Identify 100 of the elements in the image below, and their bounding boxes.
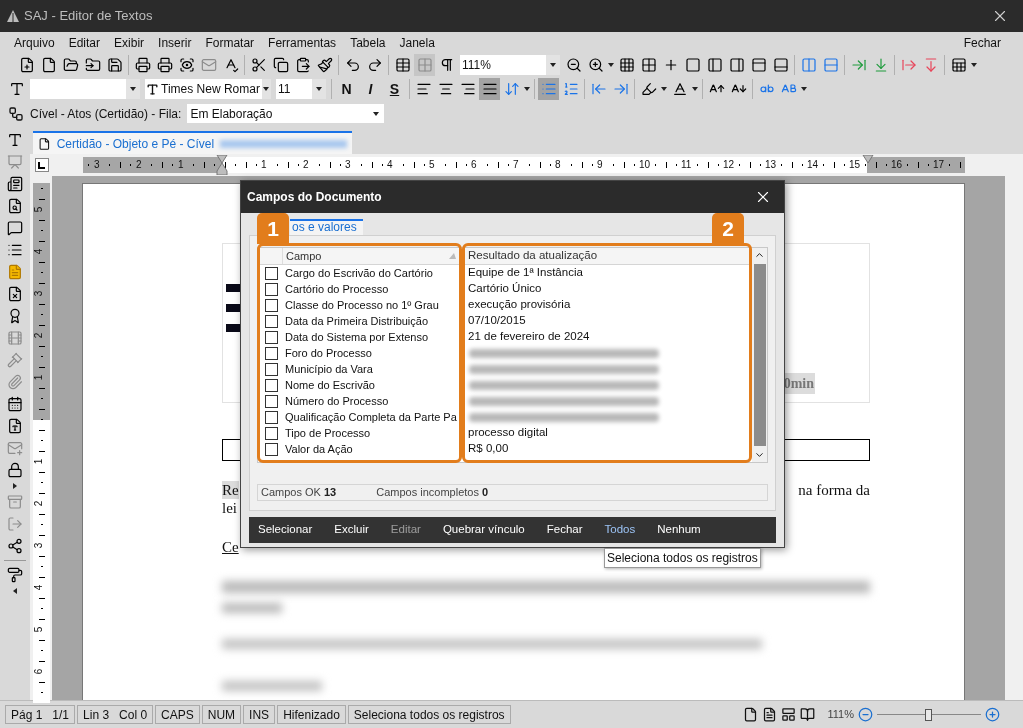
award-icon bbox=[7, 308, 23, 324]
paperclip-icon bbox=[7, 374, 23, 390]
ruler-number: 6 bbox=[33, 668, 45, 675]
list-icon bbox=[7, 242, 23, 258]
checkbox[interactable] bbox=[265, 266, 278, 280]
slider-thumb[interactable] bbox=[924, 708, 932, 721]
table-cell-text: Tipo de Processo bbox=[284, 425, 372, 441]
checkbox[interactable] bbox=[265, 282, 278, 296]
checkbox[interactable] bbox=[265, 346, 278, 360]
toolbar-button[interactable]: N bbox=[335, 78, 358, 100]
caret-icon[interactable] bbox=[11, 482, 19, 490]
workflow-icon[interactable] bbox=[8, 105, 24, 122]
menu-item[interactable]: Janela bbox=[399, 33, 435, 52]
table-cell-text: Nome do Escrivão bbox=[284, 377, 376, 393]
summary-text: Campos OK 13 bbox=[261, 485, 337, 501]
number-badge: 1 bbox=[257, 213, 289, 244]
ruler-number: 3 bbox=[33, 542, 45, 549]
caret-icon[interactable] bbox=[660, 85, 668, 93]
highlighter-icon bbox=[640, 81, 657, 97]
table-cell-text: Cartório do Processo bbox=[284, 281, 390, 297]
checkbox[interactable] bbox=[265, 298, 278, 312]
menu-item[interactable]: Exibir bbox=[114, 33, 145, 52]
table-icon bbox=[394, 57, 411, 73]
text-view-icon[interactable] bbox=[762, 707, 778, 722]
ruler-number: 5 bbox=[33, 206, 45, 213]
tab-stop-button[interactable] bbox=[35, 158, 49, 172]
menu-item[interactable]: Formatar bbox=[205, 33, 255, 52]
mail-icon bbox=[7, 440, 23, 456]
insert-column-icon bbox=[850, 57, 867, 73]
table-cell-text: Valor da Ação bbox=[284, 441, 354, 457]
zoom-in-icon[interactable] bbox=[985, 707, 1000, 722]
checkbox[interactable] bbox=[265, 410, 278, 424]
menu-item[interactable]: Arquivo bbox=[14, 33, 55, 52]
page-view-icon[interactable] bbox=[743, 707, 759, 722]
toolbar-button[interactable]: S bbox=[383, 78, 406, 100]
brush-icon bbox=[316, 57, 333, 73]
caret-icon[interactable] bbox=[129, 85, 137, 93]
style-icon bbox=[8, 81, 25, 97]
window-title: SAJ - Editor de Textos bbox=[24, 7, 153, 26]
dialog-button[interactable]: Quebrar vínculo bbox=[442, 521, 525, 539]
gavel-icon bbox=[7, 352, 23, 368]
menu-item[interactable]: Ferramentas bbox=[268, 33, 337, 52]
copy-icon bbox=[272, 57, 289, 73]
document-tab[interactable]: Certidão - Objeto e Pé - Cível bbox=[33, 131, 352, 154]
save-icon bbox=[106, 57, 123, 73]
scrollbar[interactable] bbox=[1005, 176, 1023, 700]
status-text: Seleciona todos os registros bbox=[353, 706, 505, 724]
scroll-thumb[interactable] bbox=[753, 264, 766, 446]
combo-field[interactable] bbox=[30, 79, 140, 99]
grid-icon bbox=[640, 57, 657, 73]
layout-view-icon[interactable] bbox=[781, 707, 797, 722]
menu-item[interactable]: Tabela bbox=[350, 33, 386, 52]
dialog-button[interactable]: Fechar bbox=[546, 521, 583, 539]
dialog-button[interactable]: Nenhum bbox=[657, 521, 701, 539]
caret-icon[interactable] bbox=[607, 61, 615, 69]
book-view-icon[interactable] bbox=[800, 707, 816, 722]
caret-icon[interactable] bbox=[800, 85, 808, 93]
combo-field[interactable]: 111% bbox=[460, 55, 560, 75]
toolbar-button[interactable] bbox=[479, 78, 500, 100]
toolbar-button[interactable]: I bbox=[359, 78, 382, 100]
printer-icon bbox=[156, 57, 173, 73]
square-icon bbox=[684, 57, 701, 73]
indent-marker[interactable] bbox=[862, 155, 874, 165]
combo-field[interactable]: 11 bbox=[276, 79, 326, 99]
dialog-button[interactable]: Excluir bbox=[334, 521, 369, 539]
dialog-button[interactable]: Selecionar bbox=[258, 521, 313, 539]
caret-icon[interactable] bbox=[315, 85, 323, 93]
zoom-out-icon[interactable] bbox=[858, 707, 873, 722]
caret-icon[interactable] bbox=[262, 85, 271, 93]
scrollbar[interactable] bbox=[752, 248, 767, 462]
font-field[interactable]: Times New Romar bbox=[145, 79, 271, 99]
menu-item[interactable]: Fechar bbox=[963, 33, 1001, 52]
delete-column-icon bbox=[900, 57, 917, 73]
menu-item[interactable]: Editar bbox=[68, 33, 101, 52]
align-center-icon bbox=[437, 81, 454, 97]
caret-icon[interactable] bbox=[970, 61, 978, 69]
checkbox[interactable] bbox=[265, 378, 278, 392]
caret-icon[interactable] bbox=[11, 587, 19, 595]
table-shading-icon bbox=[950, 57, 967, 73]
checkbox[interactable] bbox=[265, 394, 278, 408]
paste-icon bbox=[294, 57, 311, 73]
status-text: Pág 1 bbox=[11, 706, 43, 724]
table-cell-text: Equipe de 1ª Instância bbox=[467, 265, 584, 281]
checkbox[interactable] bbox=[265, 362, 278, 376]
caret-icon[interactable] bbox=[691, 85, 699, 93]
menu-item[interactable]: Inserir bbox=[158, 33, 192, 52]
checkbox[interactable] bbox=[265, 426, 278, 440]
ruler-number: 5 bbox=[33, 626, 45, 633]
caret-icon[interactable] bbox=[549, 61, 557, 69]
checkbox[interactable] bbox=[265, 330, 278, 344]
checkbox[interactable] bbox=[265, 314, 278, 328]
column-header[interactable]: Resultado da atualização bbox=[465, 248, 749, 264]
indent-marker[interactable] bbox=[216, 155, 228, 175]
zoom-slider[interactable] bbox=[877, 706, 981, 723]
caret-icon[interactable] bbox=[372, 109, 381, 118]
dialog-button[interactable]: Todos bbox=[604, 521, 636, 539]
caret-icon[interactable] bbox=[523, 85, 531, 93]
queue-select[interactable]: Em Elaboração bbox=[187, 104, 385, 123]
checkbox[interactable] bbox=[265, 442, 278, 456]
dialog-tab[interactable]: os e valores bbox=[290, 219, 363, 235]
